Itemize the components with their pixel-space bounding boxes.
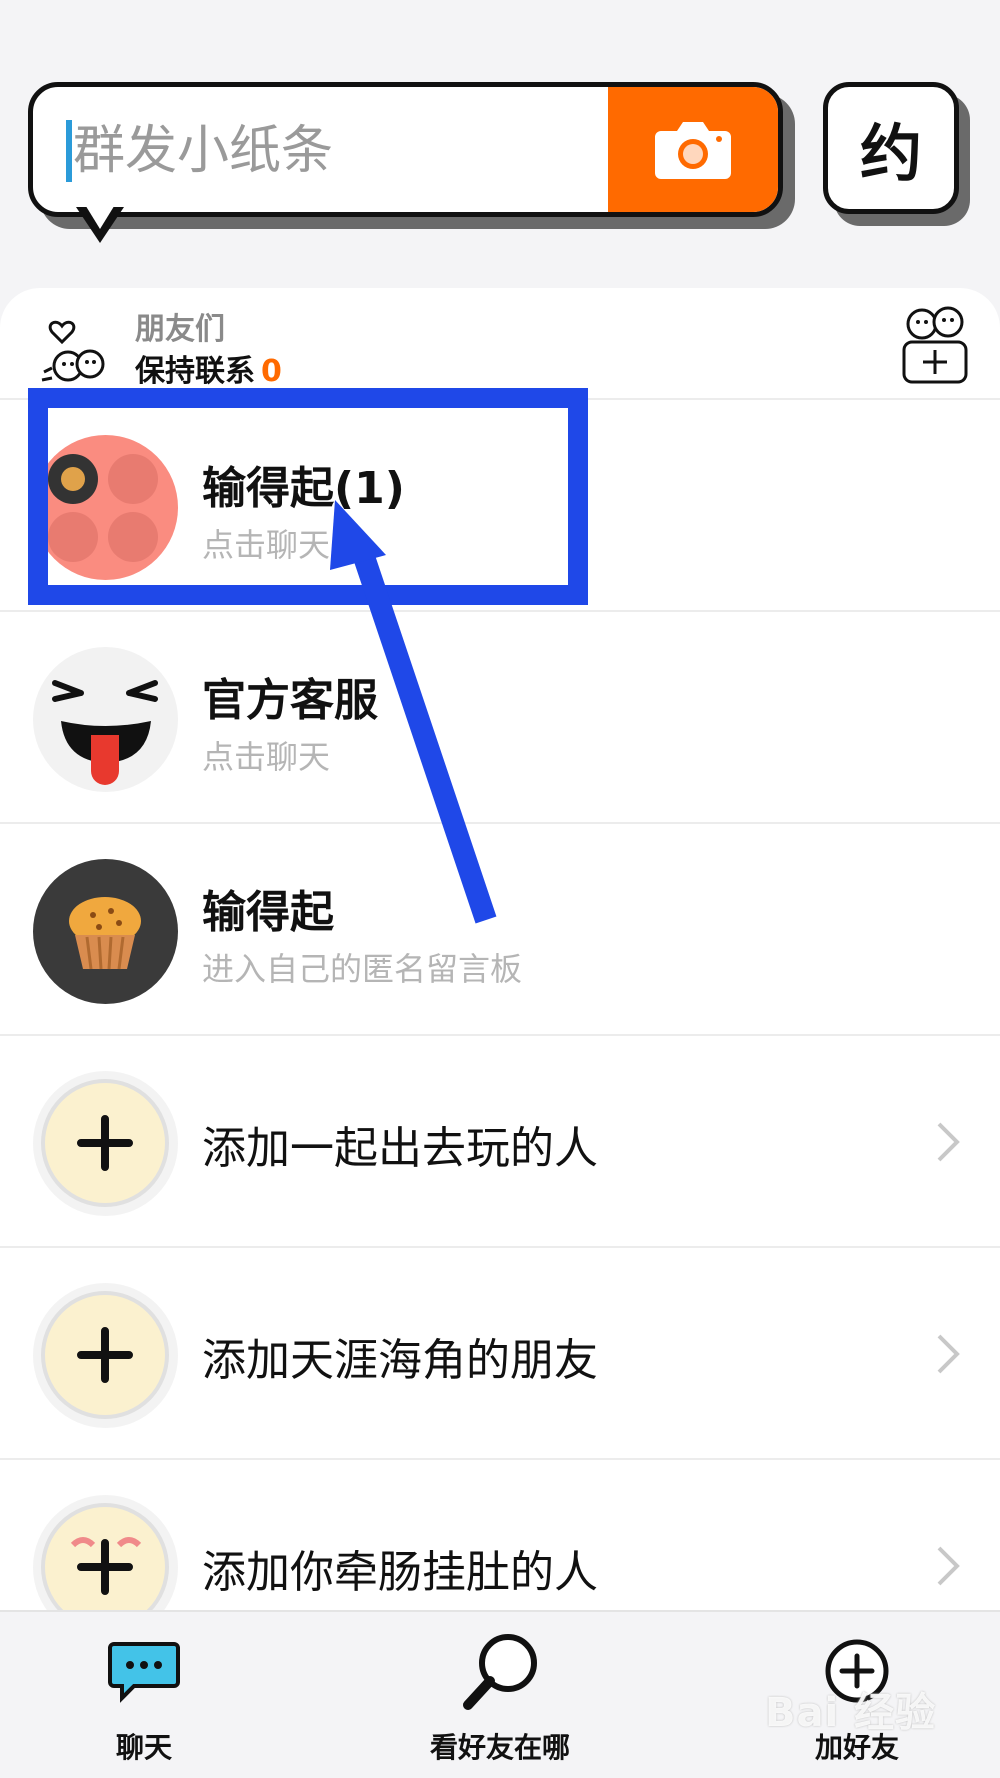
- chevron-right-icon: [937, 1546, 960, 1586]
- chat-hint: 点击聊天: [202, 738, 331, 776]
- add-group-icon[interactable]: [900, 302, 972, 392]
- top-bar: 群发小纸条 约: [0, 0, 1000, 290]
- add-row-play[interactable]: 添加一起出去玩的人: [0, 1036, 1000, 1248]
- add-label: 添加天涯海角的朋友: [202, 1335, 598, 1386]
- add-row-close[interactable]: 添加你牵肠挂肚的人: [0, 1460, 1000, 1613]
- tab-map[interactable]: 看好友在哪: [380, 1612, 620, 1778]
- camera-icon: [655, 121, 731, 179]
- add-far-avatar: [33, 1283, 178, 1428]
- camera-button[interactable]: [608, 87, 778, 212]
- friends-count: 0: [261, 354, 282, 389]
- tab-chat[interactable]: 聊天: [24, 1612, 264, 1778]
- friends-icon: [41, 320, 105, 382]
- chat-name: 输得起: [202, 887, 334, 938]
- add-row-far[interactable]: 添加天涯海角的朋友: [0, 1248, 1000, 1460]
- add-close-avatar: [33, 1495, 178, 1613]
- add-label: 添加你牵肠挂肚的人: [202, 1547, 598, 1598]
- chat-hint: 进入自己的匿名留言板: [202, 950, 523, 988]
- tab-map-label: 看好友在哪: [429, 1731, 570, 1764]
- chevron-right-icon: [937, 1122, 960, 1162]
- chat-bubble-icon: [108, 1642, 180, 1703]
- note-input[interactable]: 群发小纸条: [73, 115, 333, 187]
- watermark: Bai 经验: [765, 1690, 937, 1736]
- chat-name: 官方客服: [202, 675, 378, 726]
- support-avatar: [33, 647, 178, 792]
- highlight-box: [28, 388, 588, 605]
- note-bubble[interactable]: 群发小纸条: [28, 82, 795, 243]
- yue-button[interactable]: 约: [823, 82, 959, 214]
- add-play-avatar: [33, 1071, 178, 1216]
- friends-title: 朋友们: [135, 312, 225, 347]
- chevron-right-icon: [937, 1334, 960, 1374]
- add-label: 添加一起出去玩的人: [202, 1123, 598, 1174]
- magnifier-icon: [463, 1634, 537, 1710]
- text-caret: [66, 120, 72, 182]
- chat-row-self[interactable]: 输得起 进入自己的匿名留言板: [0, 824, 1000, 1036]
- tab-chat-label: 聊天: [115, 1731, 172, 1764]
- chat-row-support[interactable]: 官方客服 点击聊天: [0, 612, 1000, 824]
- muffin-avatar: [33, 859, 178, 1004]
- friends-subtitle: 保持联系 0: [135, 354, 282, 389]
- bubble-tail: [76, 203, 124, 243]
- friends-header: 朋友们 保持联系 0: [0, 288, 1000, 400]
